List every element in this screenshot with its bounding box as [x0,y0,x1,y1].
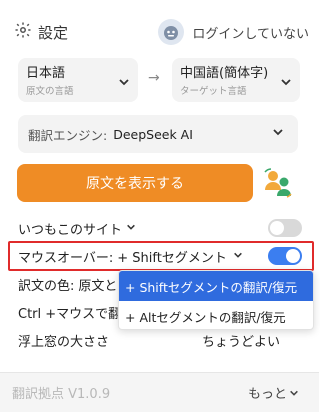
translation-engine-select[interactable]: 翻訳エンジン: DeepSeek AI [18,115,298,153]
mouseover-dropdown: + Shiftセグメントの翻訳/復元 + Altセグメントの翻訳/復元 [118,270,314,330]
text-color-value[interactable]: 原文と [78,275,117,294]
highlight-box [8,241,314,271]
footer: 翻訳拠点 V1.0.9 もっと [0,372,319,412]
always-site-row: いつもこのサイト [18,216,302,240]
dropdown-option-shift[interactable]: + Shiftセグメントの翻訳/復元 [119,271,313,301]
target-language-value: 中国語(簡体字) [180,66,268,81]
ctrl-mouse-label: Ctrl +マウスで翻 [18,306,122,322]
chevron-down-icon [118,73,130,92]
settings-title-group: 設定 [14,21,68,43]
source-language-caption: 原文の言語 [26,86,74,97]
chevron-down-icon [272,126,284,141]
more-button[interactable]: もっと [248,383,299,402]
chevron-down-icon [290,390,298,396]
user-switch-icon[interactable] [262,168,294,202]
target-language-caption: ターゲット言語 [180,86,247,97]
page-title: 設定 [38,23,69,42]
more-label: もっと [247,387,287,402]
header: 設定 ログインしていない [14,16,309,48]
engine-label: 翻訳エンジン: [28,127,108,143]
float-window-row: 浮上窓の大ささ ちょうどよい [18,328,302,352]
always-site-label[interactable]: いつもこのサイト [18,219,122,238]
text-color-label: 訳文の色: [18,278,75,294]
float-window-value[interactable]: ちょうどよい [202,331,280,350]
dropdown-option-alt[interactable]: + Altセグメントの翻訳/復元 [119,301,313,329]
login-area[interactable]: ログインしていない [158,19,309,45]
login-status[interactable]: ログインしていない [192,23,309,42]
float-window-label: 浮上窓の大ささ [18,334,110,350]
source-language-select[interactable]: 日本語 原文の言語 [18,58,138,102]
version-text: 翻訳拠点 V1.0.9 [12,387,111,402]
engine-value: DeepSeek AI [113,126,193,142]
always-site-toggle[interactable] [268,219,302,237]
show-original-button[interactable]: 原文を表示する [17,164,253,202]
chevron-down-icon[interactable] [126,221,136,236]
target-language-select[interactable]: 中国語(簡体字) ターゲット言語 [172,58,300,102]
chevron-down-icon [280,73,292,92]
source-language-value: 日本語 [26,66,66,81]
avatar[interactable] [158,19,185,45]
gear-icon [14,21,32,43]
arrow-right-icon: → [148,70,160,86]
